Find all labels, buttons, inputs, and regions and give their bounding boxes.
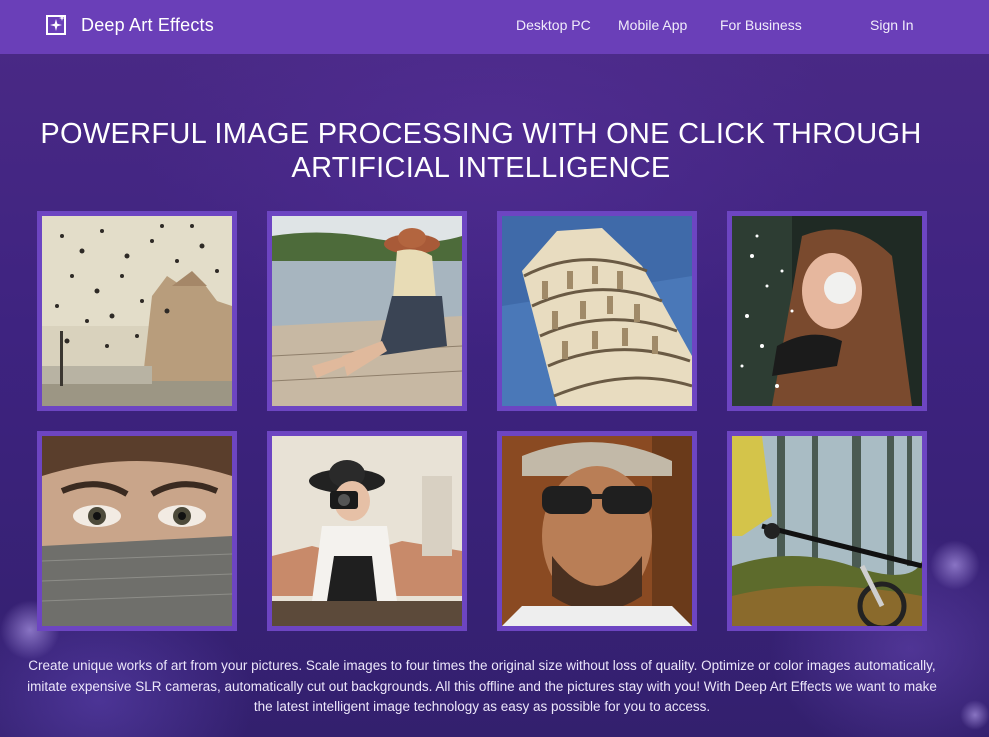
mountain-bike-forest-image[interactable] xyxy=(727,431,927,631)
nav-mobile-app[interactable]: Mobile App xyxy=(618,17,687,33)
intro-description: Create unique works of art from your pic… xyxy=(27,658,937,714)
bokeh-decoration xyxy=(960,700,989,730)
brand-link[interactable]: Deep Art Effects xyxy=(45,14,214,36)
nav-for-business[interactable]: For Business xyxy=(720,17,802,33)
top-nav-bar: Deep Art Effects Desktop PC Mobile App F… xyxy=(0,0,989,54)
sparkle-frame-icon xyxy=(46,15,66,35)
birds-over-palace-image[interactable] xyxy=(37,211,237,411)
eyes-behind-scarf-image[interactable] xyxy=(37,431,237,631)
brand-name: Deep Art Effects xyxy=(81,14,214,35)
nav-desktop-pc[interactable]: Desktop PC xyxy=(516,17,591,33)
hero-title: POWERFUL IMAGE PROCESSING WITH ONE CLICK… xyxy=(40,118,922,184)
sign-in-link[interactable]: Sign In xyxy=(870,17,914,33)
woman-blowing-snow-image[interactable] xyxy=(727,211,927,411)
photographer-woman-image[interactable] xyxy=(267,431,467,631)
bokeh-decoration xyxy=(930,540,980,590)
page-background: Deep Art Effects Desktop PC Mobile App F… xyxy=(0,0,989,737)
woman-on-pier-image[interactable] xyxy=(267,211,467,411)
man-with-sunglasses-image[interactable] xyxy=(497,431,697,631)
leaning-tower-image[interactable] xyxy=(497,211,697,411)
